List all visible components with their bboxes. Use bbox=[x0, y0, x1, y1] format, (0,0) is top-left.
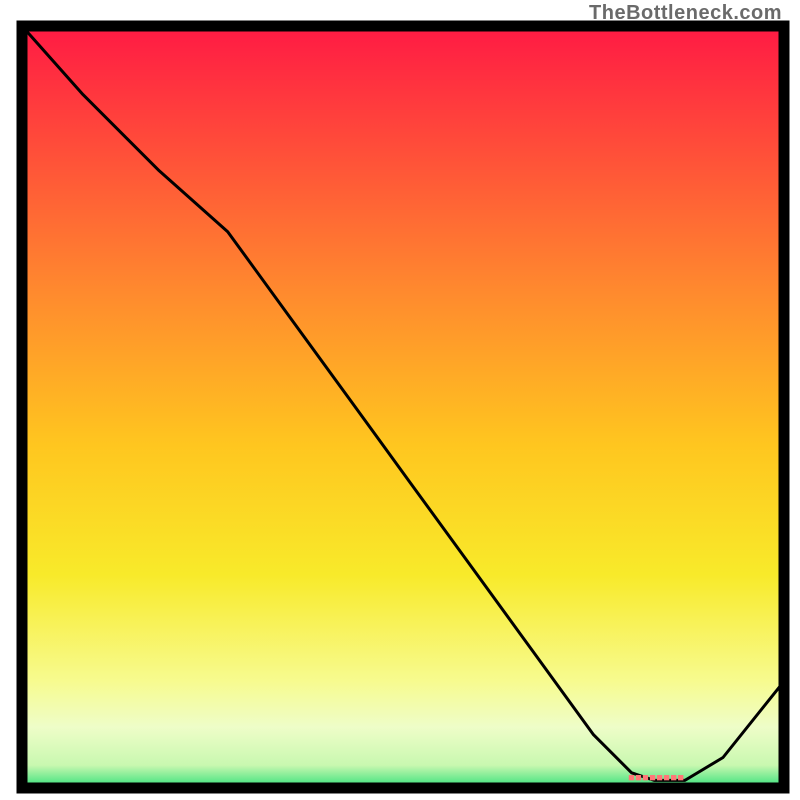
optimal-range-marker: ■■■■■■■■ bbox=[628, 772, 684, 784]
plot-area bbox=[22, 26, 784, 788]
bottleneck-chart bbox=[0, 0, 800, 800]
gradient-background bbox=[22, 26, 784, 788]
watermark-text: TheBottleneck.com bbox=[589, 2, 782, 25]
chart-root: TheBottleneck.com ■■■■■■■■ bbox=[0, 0, 800, 800]
